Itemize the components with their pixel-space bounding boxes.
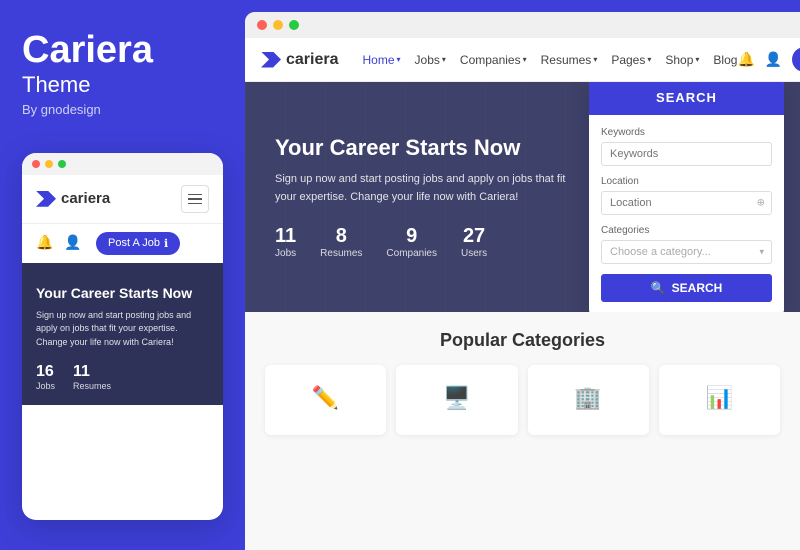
mobile-preview-card: cariera 🔔 👤 Post A Job ℹ Your Career Sta… — [22, 153, 223, 520]
mobile-logo: cariera — [36, 190, 110, 207]
category-cards: ✏️ 🖥️ 🏢 📊 — [265, 365, 780, 435]
mobile-hero-body: Sign up now and start posting jobs and a… — [36, 309, 209, 350]
hero-body: Sign up now and start posting jobs and a… — [275, 171, 575, 206]
search-icon: 🔍 — [651, 281, 666, 295]
location-icon: ⊕ — [757, 198, 765, 209]
brand-subtitle: Theme — [22, 72, 223, 98]
mobile-hero-heading: Your Career Starts Now — [36, 285, 209, 301]
category-icon-3: 📊 — [706, 385, 733, 411]
logo-icon — [36, 191, 56, 207]
search-box-header: SEARCH — [589, 82, 784, 115]
categories-select-wrap: Choose a category... ▾ — [601, 240, 772, 264]
category-card-2[interactable]: 🏢 — [528, 365, 649, 435]
brand-by: By gnodesign — [22, 102, 223, 117]
left-panel: Cariera Theme By gnodesign cariera 🔔 — [0, 0, 245, 550]
categories-title: Popular Categories — [265, 330, 780, 351]
nav-jobs[interactable]: Jobs ▾ — [415, 53, 446, 67]
browser-green-dot — [289, 20, 299, 30]
brand-title: Cariera — [22, 30, 223, 72]
nav-home[interactable]: Home ▾ — [363, 53, 401, 67]
nav-icons: 🔔 👤 — [737, 51, 782, 68]
search-box-body: Keywords Location ⊕ Categories — [589, 115, 784, 312]
mobile-stats: 16 Jobs 11 Resumes — [36, 363, 209, 391]
nav-resumes[interactable]: Resumes ▾ — [541, 53, 598, 67]
browser-yellow-dot — [273, 20, 283, 30]
category-icon-1: 🖥️ — [443, 385, 470, 411]
nav-blog[interactable]: Blog — [713, 53, 737, 67]
green-dot — [58, 160, 66, 168]
browser-content: cariera Home ▾ Jobs ▾ Companies ▾ Resume… — [245, 38, 800, 550]
chevron-down-icon: ▾ — [647, 55, 651, 64]
chevron-down-icon: ▾ — [695, 55, 699, 64]
category-card-1[interactable]: 🖥️ — [396, 365, 517, 435]
mobile-nav: cariera — [22, 175, 223, 224]
nav-links: Home ▾ Jobs ▾ Companies ▾ Resumes ▾ Page… — [363, 53, 738, 67]
chevron-down-icon: ▾ — [397, 55, 401, 64]
chevron-down-icon: ▾ — [593, 55, 597, 64]
mobile-card-titlebar — [22, 153, 223, 175]
chevron-down-icon: ▾ — [442, 55, 446, 64]
hero-text: Your Career Starts Now Sign up now and s… — [275, 135, 575, 258]
hero-section: Your Career Starts Now Sign up now and s… — [245, 82, 800, 312]
hero-stat-users: 27 Users — [461, 225, 487, 259]
hero-stat-companies: 9 Companies — [386, 225, 437, 259]
hero-heading: Your Career Starts Now — [275, 135, 575, 161]
mobile-stat-resumes: 11 Resumes — [73, 363, 111, 391]
hamburger-menu[interactable] — [181, 185, 209, 213]
category-card-3[interactable]: 📊 — [659, 365, 780, 435]
location-label: Location — [601, 176, 772, 187]
location-input[interactable] — [601, 191, 772, 215]
hero-stat-resumes: 8 Resumes — [320, 225, 362, 259]
user-nav-icon: 👤 — [765, 51, 782, 68]
category-icon-0: ✏️ — [312, 385, 339, 411]
hero-stats: 11 Jobs 8 Resumes 9 Companies 27 Users — [275, 225, 575, 259]
user-icon: 👤 — [64, 234, 82, 252]
mobile-post-btn[interactable]: Post A Job ℹ — [96, 232, 180, 255]
bell-nav-icon: 🔔 — [737, 51, 754, 68]
mobile-hero: Your Career Starts Now Sign up now and s… — [22, 263, 223, 406]
mobile-icons-row: 🔔 👤 Post A Job ℹ — [22, 224, 223, 263]
categories-label: Categories — [601, 225, 772, 236]
keywords-field: Keywords — [601, 127, 772, 166]
categories-field: Categories Choose a category... ▾ — [601, 225, 772, 264]
location-field: Location ⊕ — [601, 176, 772, 215]
desktop-logo: cariera — [261, 51, 339, 69]
hero-stat-jobs: 11 Jobs — [275, 225, 296, 259]
chevron-down-icon: ▾ — [523, 55, 527, 64]
yellow-dot — [45, 160, 53, 168]
keywords-input[interactable] — [601, 142, 772, 166]
nav-companies[interactable]: Companies ▾ — [460, 53, 527, 67]
right-panel: cariera Home ▾ Jobs ▾ Companies ▾ Resume… — [245, 12, 800, 550]
desktop-post-btn[interactable]: Post A Job ℹ — [792, 47, 800, 72]
search-box: SEARCH Keywords Location ⊕ Categ — [589, 82, 784, 312]
keywords-label: Keywords — [601, 127, 772, 138]
info-icon: ℹ — [164, 237, 168, 250]
category-card-0[interactable]: ✏️ — [265, 365, 386, 435]
mobile-stat-jobs: 16 Jobs — [36, 363, 55, 391]
desktop-nav: cariera Home ▾ Jobs ▾ Companies ▾ Resume… — [245, 38, 800, 82]
red-dot — [32, 160, 40, 168]
nav-shop[interactable]: Shop ▾ — [665, 53, 699, 67]
browser-red-dot — [257, 20, 267, 30]
bell-icon: 🔔 — [36, 234, 54, 252]
category-icon-2: 🏢 — [574, 385, 601, 411]
browser-bar — [245, 12, 800, 38]
search-button[interactable]: 🔍 SEARCH — [601, 274, 772, 302]
categories-section: Popular Categories ✏️ 🖥️ 🏢 📊 — [245, 312, 800, 550]
desktop-logo-icon — [261, 52, 281, 68]
categories-select[interactable]: Choose a category... — [601, 240, 772, 264]
nav-pages[interactable]: Pages ▾ — [611, 53, 651, 67]
